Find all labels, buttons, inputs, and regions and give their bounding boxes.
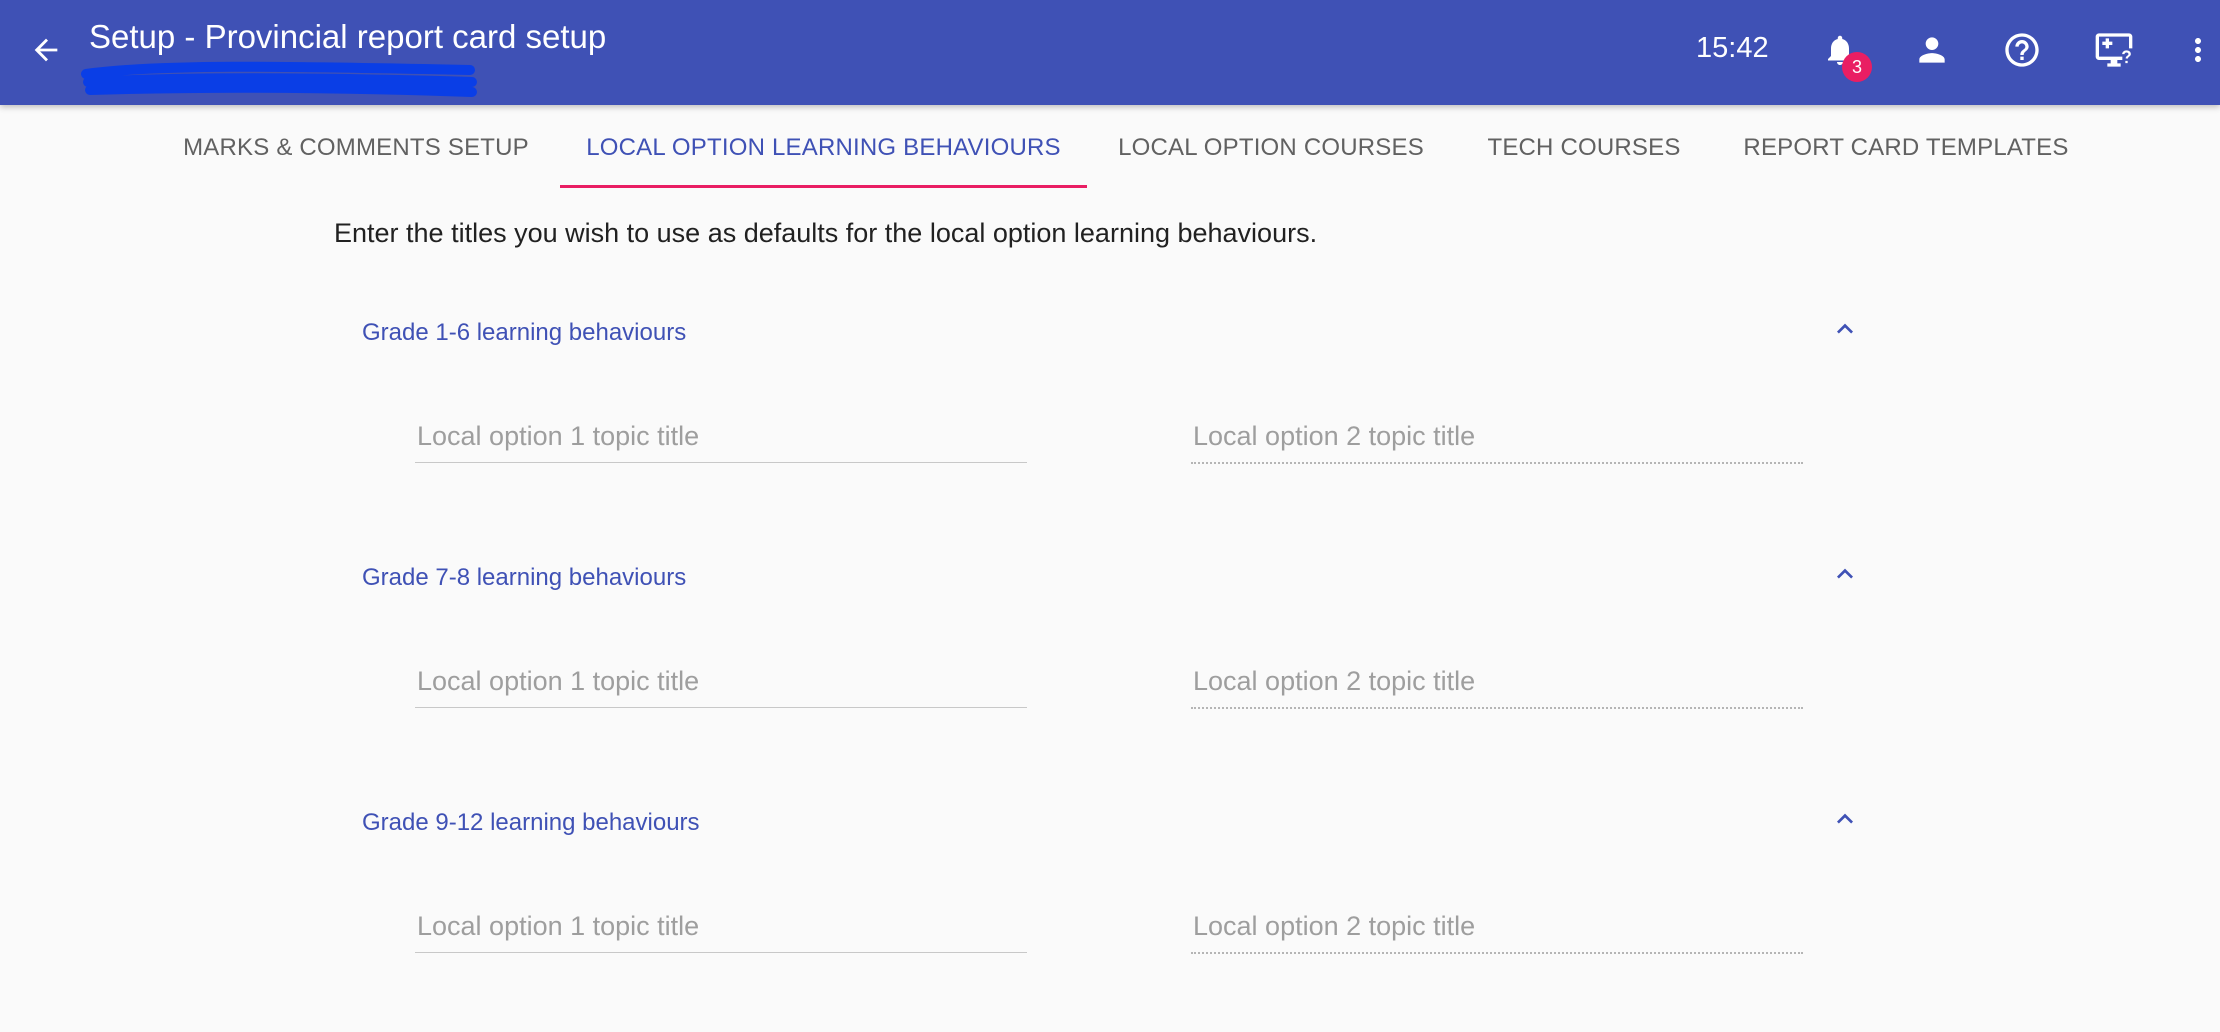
section-header[interactable]: Grade 9-12 learning behaviours [335, 787, 1875, 857]
local-option-2-input[interactable] [1191, 657, 1803, 705]
collapse-button[interactable] [1825, 554, 1865, 594]
section-grade-1-6: Grade 1-6 learning behaviours [0, 297, 2220, 542]
section-grade-9-12: Grade 9-12 learning behaviours [0, 787, 2220, 1032]
back-arrow-icon [34, 38, 58, 62]
more-vert-icon [2195, 38, 2201, 62]
section-title: Grade 7-8 learning behaviours [362, 564, 687, 591]
active-tab-indicator [560, 185, 1087, 188]
tab-bar: MARKS & COMMENTS SETUP LOCAL OPTION LEAR… [0, 105, 2220, 190]
notifications-button[interactable]: 3 [1812, 22, 1872, 82]
section-header[interactable]: Grade 7-8 learning behaviours [335, 542, 1875, 612]
chevron-up-icon [1837, 323, 1853, 334]
help-circle-icon [2005, 33, 2039, 67]
local-option-1-input[interactable] [415, 412, 1027, 460]
notification-badge: 3 [1842, 52, 1872, 82]
page-title: Setup - Provincial report card setup [89, 18, 607, 55]
account-button[interactable] [1904, 22, 1960, 78]
help-button[interactable] [1994, 22, 2050, 78]
person-icon [1919, 37, 1945, 63]
local-option-1-field [415, 902, 1027, 953]
local-option-2-input[interactable] [1191, 412, 1803, 460]
collapse-button[interactable] [1825, 799, 1865, 839]
tab-marks-comments-setup[interactable]: MARKS & COMMENTS SETUP [160, 105, 552, 190]
local-option-1-field [415, 657, 1027, 708]
tab-local-option-learning-behaviours[interactable]: LOCAL OPTION LEARNING BEHAVIOURS [560, 105, 1087, 190]
redaction-scribble [81, 61, 477, 97]
more-options-button[interactable] [2178, 22, 2218, 78]
local-option-2-input[interactable] [1191, 902, 1803, 950]
section-header[interactable]: Grade 1-6 learning behaviours [335, 297, 1875, 367]
back-button[interactable] [24, 28, 68, 72]
section-title: Grade 1-6 learning behaviours [362, 319, 687, 346]
local-option-1-input[interactable] [415, 657, 1027, 705]
local-option-1-input[interactable] [415, 902, 1027, 950]
collapse-button[interactable] [1825, 309, 1865, 349]
section-title: Grade 9-12 learning behaviours [362, 809, 700, 836]
local-option-2-field [1191, 412, 1803, 464]
tab-tech-courses[interactable]: TECH COURSES [1470, 105, 1698, 190]
chevron-up-icon [1837, 568, 1853, 579]
clock: 15:42 [1696, 32, 1769, 64]
tab-report-card-templates[interactable]: REPORT CARD TEMPLATES [1735, 105, 2077, 190]
chevron-up-icon [1837, 813, 1853, 824]
monitor-plus-help-icon [2095, 33, 2133, 67]
remote-support-button[interactable] [2086, 22, 2142, 78]
section-grade-7-8: Grade 7-8 learning behaviours [0, 542, 2220, 787]
intro-text: Enter the titles you wish to use as defa… [334, 218, 1318, 248]
local-option-2-field [1191, 657, 1803, 709]
tab-local-option-courses[interactable]: LOCAL OPTION COURSES [1100, 105, 1442, 190]
app-bar: Setup - Provincial report card setup 15:… [0, 0, 2220, 105]
local-option-1-field [415, 412, 1027, 463]
local-option-2-field [1191, 902, 1803, 954]
